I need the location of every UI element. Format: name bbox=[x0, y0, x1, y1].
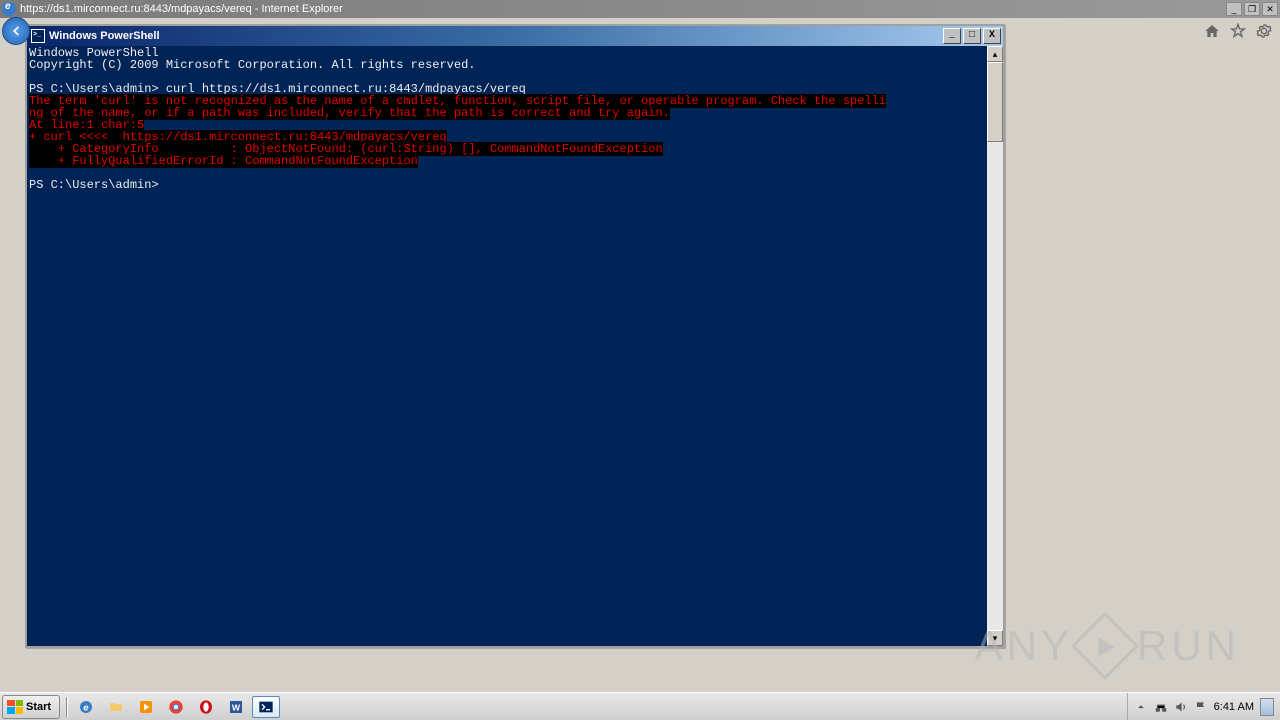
show-desktop-button[interactable] bbox=[1260, 698, 1274, 716]
browser-window-controls: _ ❐ ✕ bbox=[1226, 2, 1278, 16]
start-button[interactable]: Start bbox=[2, 695, 60, 719]
svg-text:e: e bbox=[83, 702, 88, 712]
watermark-play-icon bbox=[1071, 612, 1139, 680]
powershell-title-bar[interactable]: Windows PowerShell _ □ X bbox=[27, 26, 1003, 46]
folder-icon bbox=[108, 699, 124, 715]
powershell-close-button[interactable]: X bbox=[983, 28, 1001, 44]
terminal-copyright: Copyright (C) 2009 Microsoft Corporation… bbox=[29, 58, 475, 72]
tray-expand-icon[interactable] bbox=[1134, 700, 1148, 714]
chrome-icon bbox=[168, 699, 184, 715]
taskbar-apps: e W bbox=[72, 696, 280, 718]
scroll-track[interactable] bbox=[987, 62, 1003, 630]
powershell-window-controls: _ □ X bbox=[943, 28, 1003, 44]
powershell-icon bbox=[258, 699, 274, 715]
back-arrow-icon bbox=[9, 24, 23, 38]
browser-back-button[interactable] bbox=[2, 17, 30, 45]
watermark-right: RUN bbox=[1137, 622, 1240, 670]
browser-title-bar: https://ds1.mirconnect.ru:8443/mdpayacs/… bbox=[0, 0, 1280, 18]
flag-icon[interactable] bbox=[1194, 700, 1208, 714]
powershell-minimize-button[interactable]: _ bbox=[943, 28, 961, 44]
home-icon[interactable] bbox=[1204, 23, 1220, 39]
powershell-window: Windows PowerShell _ □ X Windows PowerSh… bbox=[25, 24, 1005, 648]
taskbar-app-ie[interactable]: e bbox=[72, 696, 100, 718]
powershell-maximize-button[interactable]: □ bbox=[963, 28, 981, 44]
powershell-title: Windows PowerShell bbox=[49, 30, 943, 42]
system-tray: 6:41 AM bbox=[1127, 693, 1280, 720]
favorites-star-icon[interactable] bbox=[1230, 23, 1246, 39]
watermark-left: ANY bbox=[975, 622, 1073, 670]
terminal-error-line: + FullyQualifiedErrorId : CommandNotFoun… bbox=[29, 154, 418, 168]
browser-maximize-button[interactable]: ❐ bbox=[1244, 2, 1260, 16]
watermark: ANY RUN bbox=[975, 622, 1240, 670]
word-icon: W bbox=[228, 699, 244, 715]
taskbar: Start e W 6:41 AM bbox=[0, 692, 1280, 720]
browser-toolbar-icons bbox=[1204, 23, 1272, 39]
taskbar-app-powershell[interactable] bbox=[252, 696, 280, 718]
windows-logo-icon bbox=[7, 700, 23, 714]
start-label: Start bbox=[26, 701, 51, 713]
terminal-prompt: PS C:\Users\admin> bbox=[29, 178, 159, 192]
scroll-up-button[interactable]: ▴ bbox=[987, 46, 1003, 62]
taskbar-clock[interactable]: 6:41 AM bbox=[1214, 701, 1254, 713]
powershell-scrollbar[interactable]: ▴ ▾ bbox=[987, 46, 1003, 646]
browser-minimize-button[interactable]: _ bbox=[1226, 2, 1242, 16]
powershell-body: Windows PowerShell Copyright (C) 2009 Mi… bbox=[27, 46, 1003, 646]
scroll-thumb[interactable] bbox=[987, 62, 1003, 142]
taskbar-app-opera[interactable] bbox=[192, 696, 220, 718]
taskbar-divider bbox=[66, 697, 68, 717]
powershell-terminal[interactable]: Windows PowerShell Copyright (C) 2009 Mi… bbox=[27, 46, 987, 646]
taskbar-app-explorer[interactable] bbox=[102, 696, 130, 718]
tools-gear-icon[interactable] bbox=[1256, 23, 1272, 39]
browser-close-button[interactable]: ✕ bbox=[1262, 2, 1278, 16]
opera-icon bbox=[198, 699, 214, 715]
browser-title: https://ds1.mirconnect.ru:8443/mdpayacs/… bbox=[20, 3, 1226, 15]
taskbar-app-word[interactable]: W bbox=[222, 696, 250, 718]
network-icon[interactable] bbox=[1154, 700, 1168, 714]
volume-icon[interactable] bbox=[1174, 700, 1188, 714]
taskbar-app-media[interactable] bbox=[132, 696, 160, 718]
taskbar-app-chrome[interactable] bbox=[162, 696, 190, 718]
ie-icon: e bbox=[78, 699, 94, 715]
ie-icon bbox=[2, 2, 16, 16]
powershell-icon bbox=[31, 29, 45, 43]
media-player-icon bbox=[138, 699, 154, 715]
svg-text:W: W bbox=[232, 702, 241, 712]
